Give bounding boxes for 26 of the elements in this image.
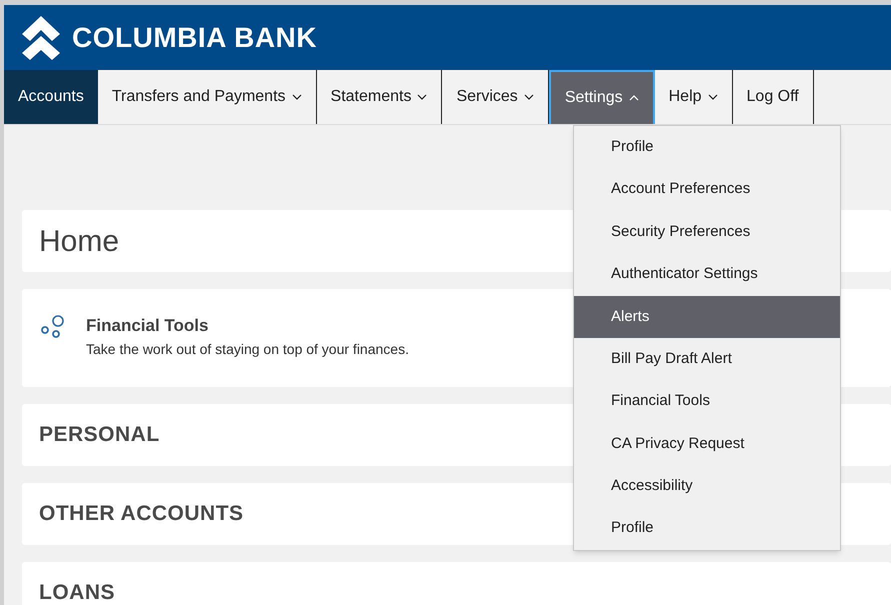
menu-item[interactable]: Authenticator Settings [574, 253, 840, 296]
page-title: Home [39, 224, 120, 260]
menu-item[interactable]: Financial Tools [574, 380, 840, 423]
bubbles-icon [40, 315, 66, 339]
brand-name: COLUMBIA BANK [72, 20, 317, 54]
chevron-up-icon [628, 95, 639, 101]
chevron-down-icon [708, 94, 718, 100]
chevron-down-icon [292, 94, 302, 100]
menu-item[interactable]: Profile [574, 508, 840, 550]
menu-item[interactable]: Bill Pay Draft Alert [574, 338, 840, 380]
menu-item[interactable]: Alerts [574, 296, 840, 338]
menu-item[interactable]: Account Preferences [574, 168, 840, 211]
card-description: Take the work out of staying on top of your finances. [86, 340, 409, 359]
section-heading[interactable]: LOANS [39, 577, 115, 605]
section-heading[interactable]: PERSONAL [39, 419, 160, 451]
menu-item[interactable]: CA Privacy Request [574, 422, 840, 466]
chevron-down-icon [417, 94, 428, 100]
menu-item[interactable]: Security Preferences [574, 210, 840, 254]
chevron-down-icon [524, 94, 534, 100]
nav-tab[interactable]: Accounts [4, 70, 98, 124]
menu-item[interactable]: Accessibility [574, 465, 840, 508]
menu-item[interactable]: Profile [574, 126, 840, 168]
section-heading[interactable]: OTHER ACCOUNTS [39, 498, 244, 530]
card-title: Financial Tools [86, 315, 210, 337]
logo-icon [20, 14, 62, 62]
nav-tab[interactable]: Settings [548, 70, 655, 124]
